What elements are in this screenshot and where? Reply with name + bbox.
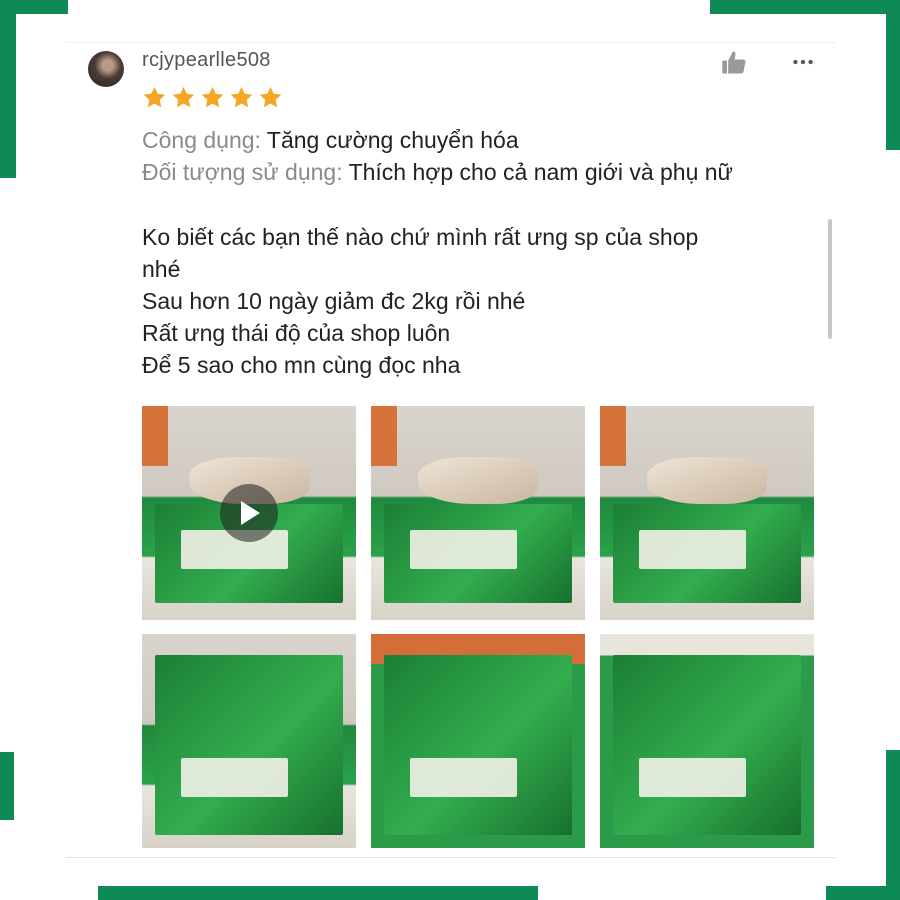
- attribute-usage: Công dụng: Tăng cường chuyển hóa: [142, 127, 519, 154]
- star-rating: [142, 85, 283, 110]
- star-icon: [201, 86, 224, 108]
- avatar[interactable]: [88, 51, 124, 87]
- review-text: Ko biết các bạn thế nào chứ mình rất ưng…: [142, 221, 792, 381]
- review-photo[interactable]: [371, 634, 585, 848]
- username[interactable]: rcjypearlle508: [142, 49, 271, 72]
- star-icon: [143, 86, 166, 108]
- review-photo[interactable]: [600, 406, 814, 620]
- more-horizontal-icon[interactable]: [790, 49, 816, 75]
- frame-bar-top-left: [0, 0, 68, 14]
- frame-bar-left-top: [0, 0, 16, 178]
- frame-bar-bottom: [98, 886, 538, 900]
- star-icon: [259, 86, 282, 108]
- review-line: Để 5 sao cho mn cùng đọc nha: [142, 352, 461, 378]
- frame-bar-bottom-right: [826, 886, 900, 900]
- attribute-key: Công dụng:: [142, 127, 261, 153]
- review-photo[interactable]: [371, 406, 585, 620]
- attribute-value: Thích hợp cho cả nam giới và phụ nữ: [348, 159, 733, 185]
- review-line: Sau hơn 10 ngày giảm đc 2kg rồi nhé: [142, 288, 526, 314]
- frame-bar-left-bottom: [0, 752, 14, 820]
- review-card: rcjypearlle508 Công dụng: Tăng cường chu…: [66, 42, 836, 858]
- thumbs-up-icon[interactable]: [720, 49, 748, 77]
- review-media-grid: [142, 406, 814, 848]
- attribute-key: Đối tượng sử dụng:: [142, 159, 343, 185]
- frame-bar-right-top: [886, 0, 900, 150]
- attribute-value: Tăng cường chuyển hóa: [266, 127, 519, 153]
- attribute-target-user: Đối tượng sử dụng: Thích hợp cho cả nam …: [142, 159, 733, 186]
- scrollbar[interactable]: [828, 219, 832, 339]
- review-line: Rất ưng thái độ của shop luôn: [142, 320, 451, 346]
- review-line: Ko biết các bạn thế nào chứ mình rất ưng…: [142, 224, 699, 250]
- review-line: nhé: [142, 256, 181, 282]
- frame-bar-top-right: [710, 0, 900, 14]
- star-icon: [230, 86, 253, 108]
- play-icon[interactable]: [220, 484, 278, 542]
- review-photo[interactable]: [600, 634, 814, 848]
- review-photo[interactable]: [142, 634, 356, 848]
- star-icon: [172, 86, 195, 108]
- frame-bar-right-bottom: [886, 750, 900, 900]
- review-video-thumbnail[interactable]: [142, 406, 356, 620]
